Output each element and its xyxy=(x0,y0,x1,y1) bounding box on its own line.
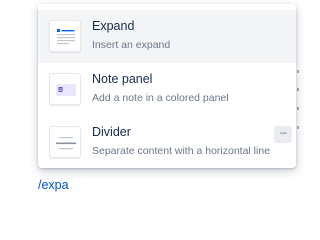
menu-item-title: Note panel xyxy=(92,72,153,86)
background-content-edge xyxy=(296,70,300,140)
editor-canvas: Expand Insert an expand Note panel Add a… xyxy=(0,0,300,210)
menu-item-description: Separate content with a horizontal line xyxy=(92,145,271,157)
menu-item-title: Divider xyxy=(92,125,131,139)
expand-icon xyxy=(49,20,81,52)
menu-item-title: Expand xyxy=(92,19,135,33)
note-panel-icon xyxy=(49,73,81,105)
menu-item-description: Add a note in a colored panel xyxy=(92,92,229,104)
menu-item-description: Insert an expand xyxy=(92,39,171,51)
typed-slash-command[interactable]: /expa xyxy=(38,178,69,192)
keyboard-shortcut-badge: --- xyxy=(274,126,292,143)
menu-item-expand[interactable]: Expand Insert an expand xyxy=(38,10,296,63)
divider-icon xyxy=(49,126,81,158)
menu-item-note-panel[interactable]: Note panel Add a note in a colored panel xyxy=(38,63,296,116)
element-browser-menu: Expand Insert an expand Note panel Add a… xyxy=(38,4,296,168)
menu-item-divider[interactable]: Divider Separate content with a horizont… xyxy=(38,116,296,168)
